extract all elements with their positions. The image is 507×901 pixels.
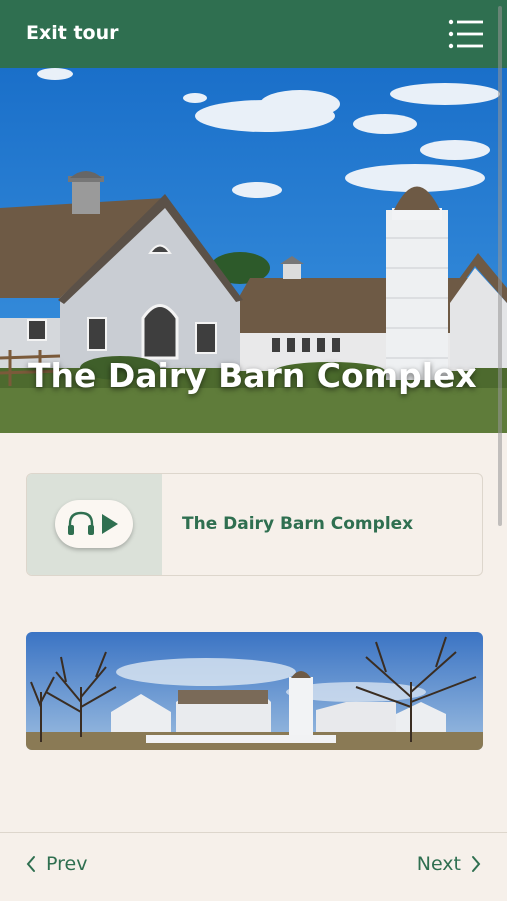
panorama-photo[interactable]	[26, 632, 483, 750]
next-button[interactable]: Next	[417, 853, 483, 875]
prev-button[interactable]: Prev	[24, 853, 87, 875]
audio-icon-panel	[27, 474, 162, 575]
next-label: Next	[416, 853, 461, 875]
hero-title: The Dairy Barn Complex	[28, 356, 477, 395]
scrollbar[interactable]	[498, 6, 502, 526]
chevron-right-icon	[472, 856, 481, 872]
menu-list-icon[interactable]	[448, 18, 484, 50]
headphones-icon	[68, 511, 94, 535]
panorama-illustration	[26, 632, 483, 750]
top-bar: Exit tour	[0, 0, 507, 68]
audio-player-card[interactable]: The Dairy Barn Complex	[26, 473, 483, 576]
prev-label: Prev	[46, 853, 88, 875]
hero-image: The Dairy Barn Complex	[0, 68, 507, 433]
play-icon	[102, 514, 118, 534]
exit-tour-button[interactable]: Exit tour	[26, 22, 118, 44]
audio-title: The Dairy Barn Complex	[182, 514, 414, 534]
footer-nav: Prev Next	[0, 832, 507, 901]
chevron-left-icon	[26, 856, 35, 872]
audio-play-button[interactable]	[55, 500, 133, 548]
